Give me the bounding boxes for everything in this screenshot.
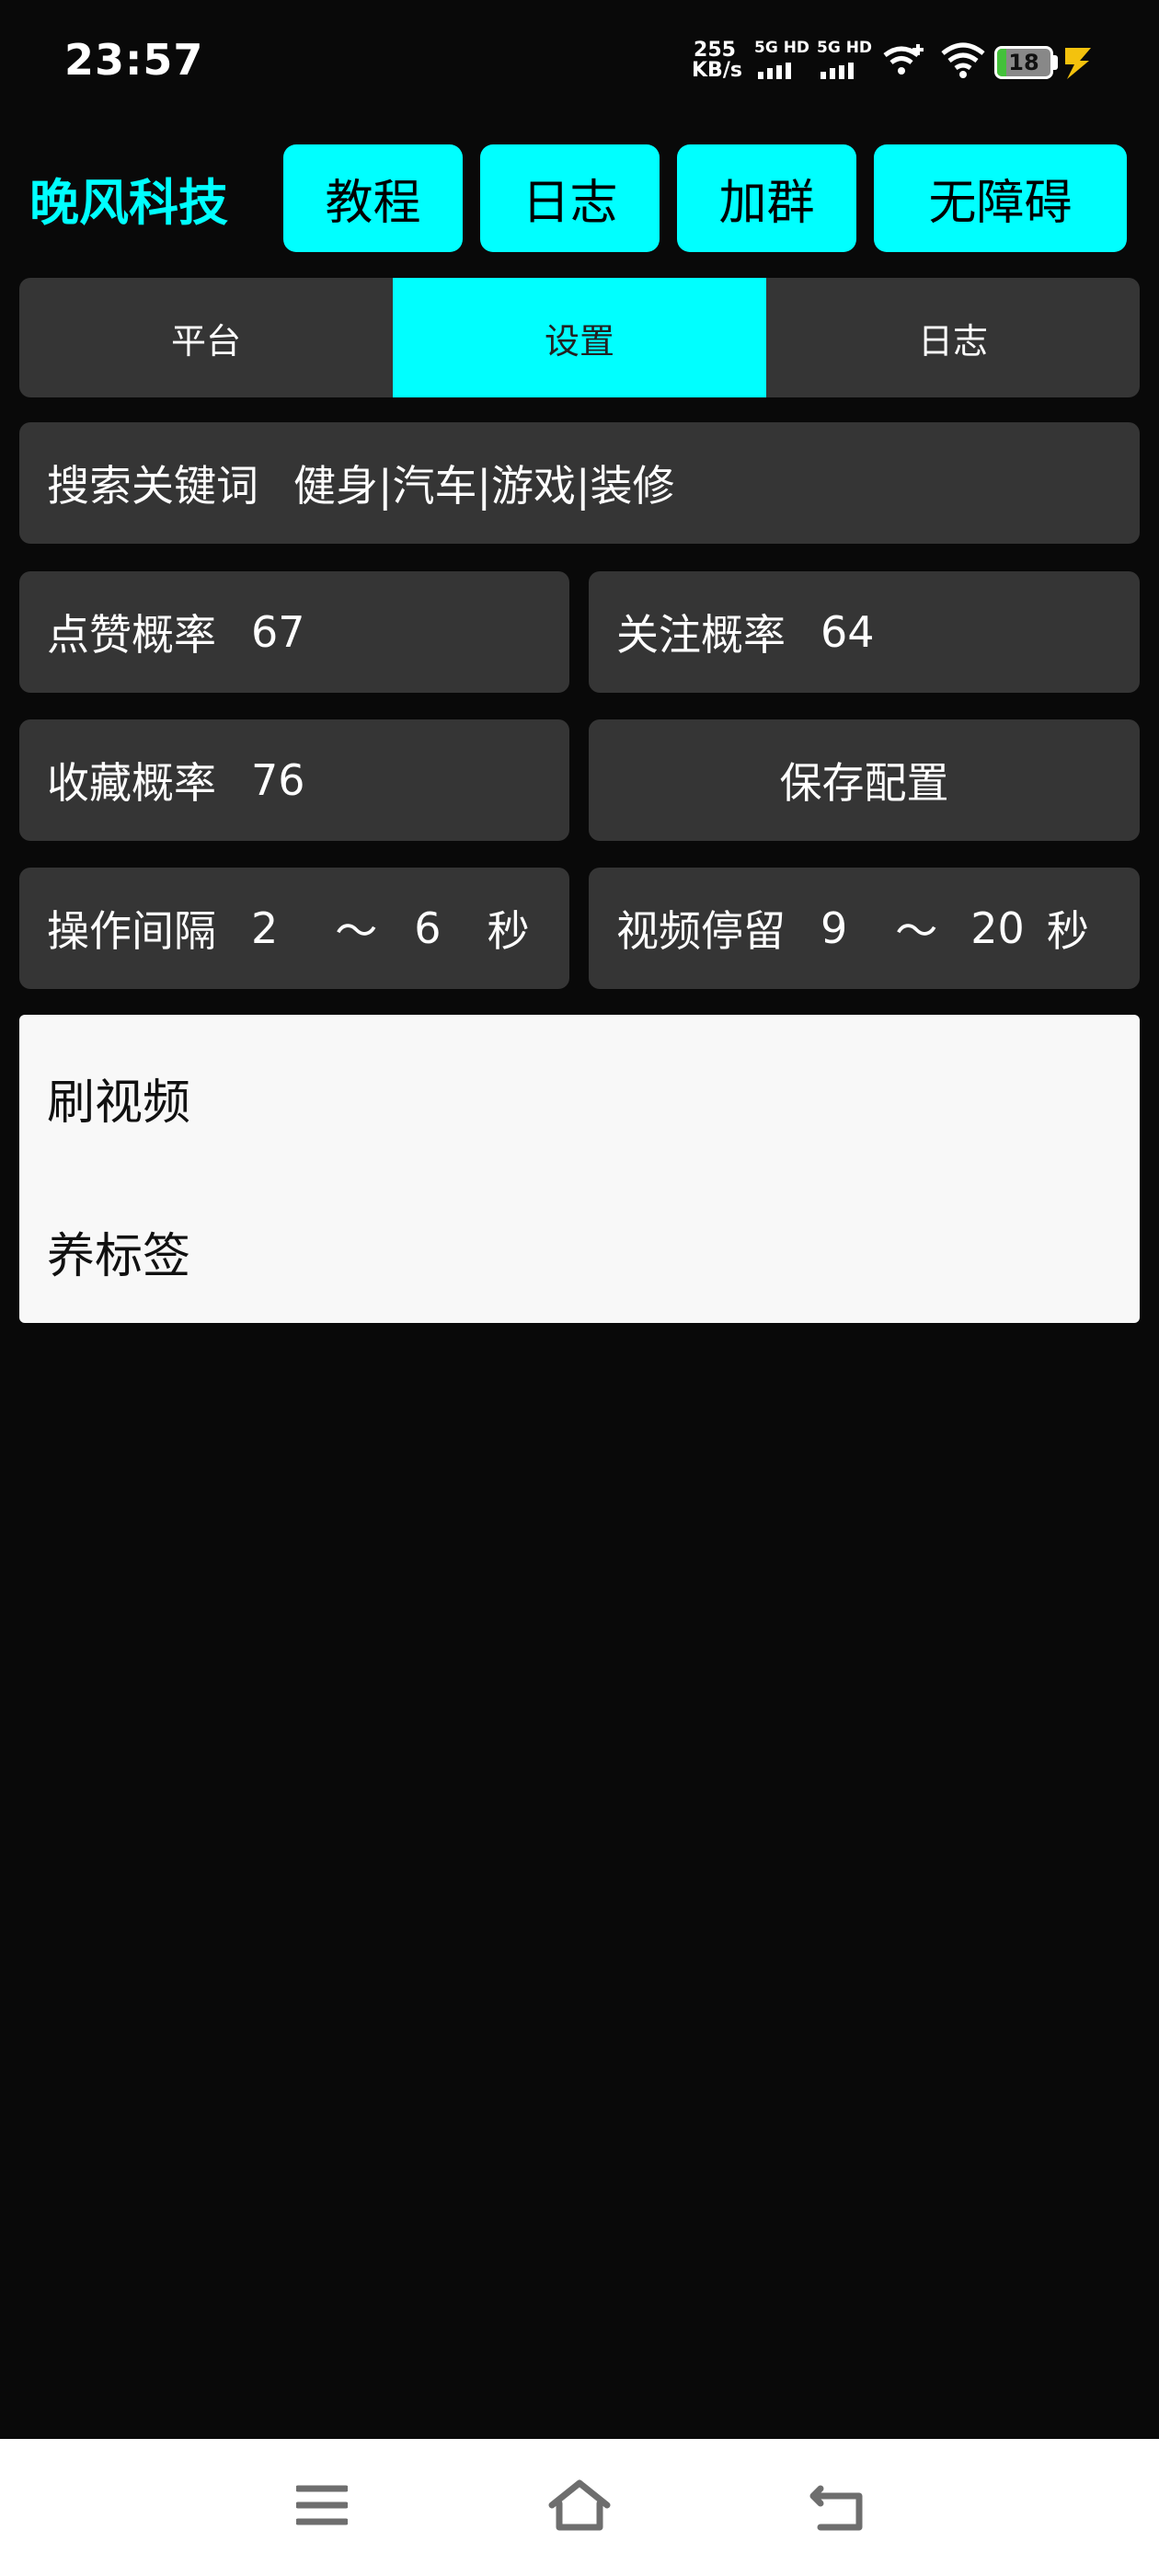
tutorial-button[interactable]: 教程 (283, 144, 463, 252)
menu-icon[interactable] (296, 2483, 348, 2527)
like-rate-field[interactable]: 点赞概率 67 (19, 571, 569, 693)
sim2-label: 5G HD (817, 39, 873, 57)
follow-rate-label: 关注概率 (616, 610, 786, 660)
collect-rate-field[interactable]: 收藏概率 76 (19, 719, 569, 841)
tab-platform[interactable]: 平台 (19, 278, 393, 397)
app-brand-title: 晚风科技 (29, 174, 228, 232)
network-speed: 255 KB/s (692, 39, 742, 82)
network-speed-unit: KB/s (692, 59, 742, 82)
interval-separator: ～ (335, 906, 378, 956)
sim1-label: 5G HD (754, 39, 810, 57)
interval-min-value[interactable]: 2 (251, 903, 278, 953)
charging-bolt-icon (1065, 48, 1091, 79)
interval-max-value[interactable]: 6 (414, 903, 441, 953)
tab-settings[interactable]: 设置 (393, 278, 766, 397)
battery-tip (1053, 55, 1058, 70)
wifi-icon (941, 42, 985, 78)
sim2-signal-icon: 5G HD (817, 39, 878, 83)
wifi-plus-icon (883, 44, 924, 75)
interval-unit: 秒 (487, 906, 530, 956)
stay-separator: ～ (895, 906, 938, 956)
search-keyword-label: 搜索关键词 (47, 461, 258, 511)
interval-label: 操作间隔 (47, 906, 216, 956)
stay-unit: 秒 (1046, 906, 1089, 956)
collect-rate-label: 收藏概率 (47, 758, 216, 808)
collect-rate-value[interactable]: 76 (251, 755, 305, 805)
follow-rate-value[interactable]: 64 (820, 607, 875, 657)
back-icon[interactable] (809, 2481, 865, 2533)
stay-min-value[interactable]: 9 (820, 903, 847, 953)
tab-bar: 平台 设置 日志 (19, 278, 1140, 397)
home-icon[interactable] (548, 2478, 611, 2533)
like-rate-value[interactable]: 67 (251, 607, 305, 657)
accessibility-button[interactable]: 无障碍 (874, 144, 1127, 252)
operation-interval-field[interactable]: 操作间隔 2 ～ 6 秒 (19, 868, 569, 989)
battery-icon: 18 (994, 46, 1053, 79)
like-rate-label: 点赞概率 (47, 610, 216, 660)
status-time: 23:57 (64, 35, 204, 85)
sim1-signal-icon: 5G HD (754, 39, 815, 83)
network-speed-value: 255 (694, 39, 736, 62)
search-keyword-field[interactable]: 搜索关键词 健身|汽车|游戏|装修 (19, 422, 1140, 544)
battery-level: 18 (1008, 50, 1039, 75)
mode-item-tag-training[interactable]: 养标签 (47, 1217, 190, 1286)
log-button[interactable]: 日志 (480, 144, 660, 252)
mode-list: 刷视频 养标签 (19, 1015, 1140, 1323)
stay-max-value[interactable]: 20 (970, 903, 1025, 953)
search-keyword-value[interactable]: 健身|汽车|游戏|装修 (293, 453, 675, 513)
mode-item-watch-video[interactable]: 刷视频 (47, 1064, 190, 1133)
tab-log[interactable]: 日志 (766, 278, 1140, 397)
stay-label: 视频停留 (616, 906, 786, 956)
video-stay-field[interactable]: 视频停留 9 ～ 20 秒 (589, 868, 1140, 989)
save-config-button[interactable]: 保存配置 (589, 719, 1140, 841)
join-group-button[interactable]: 加群 (677, 144, 856, 252)
system-nav-bar (0, 2439, 1159, 2576)
follow-rate-field[interactable]: 关注概率 64 (589, 571, 1140, 693)
